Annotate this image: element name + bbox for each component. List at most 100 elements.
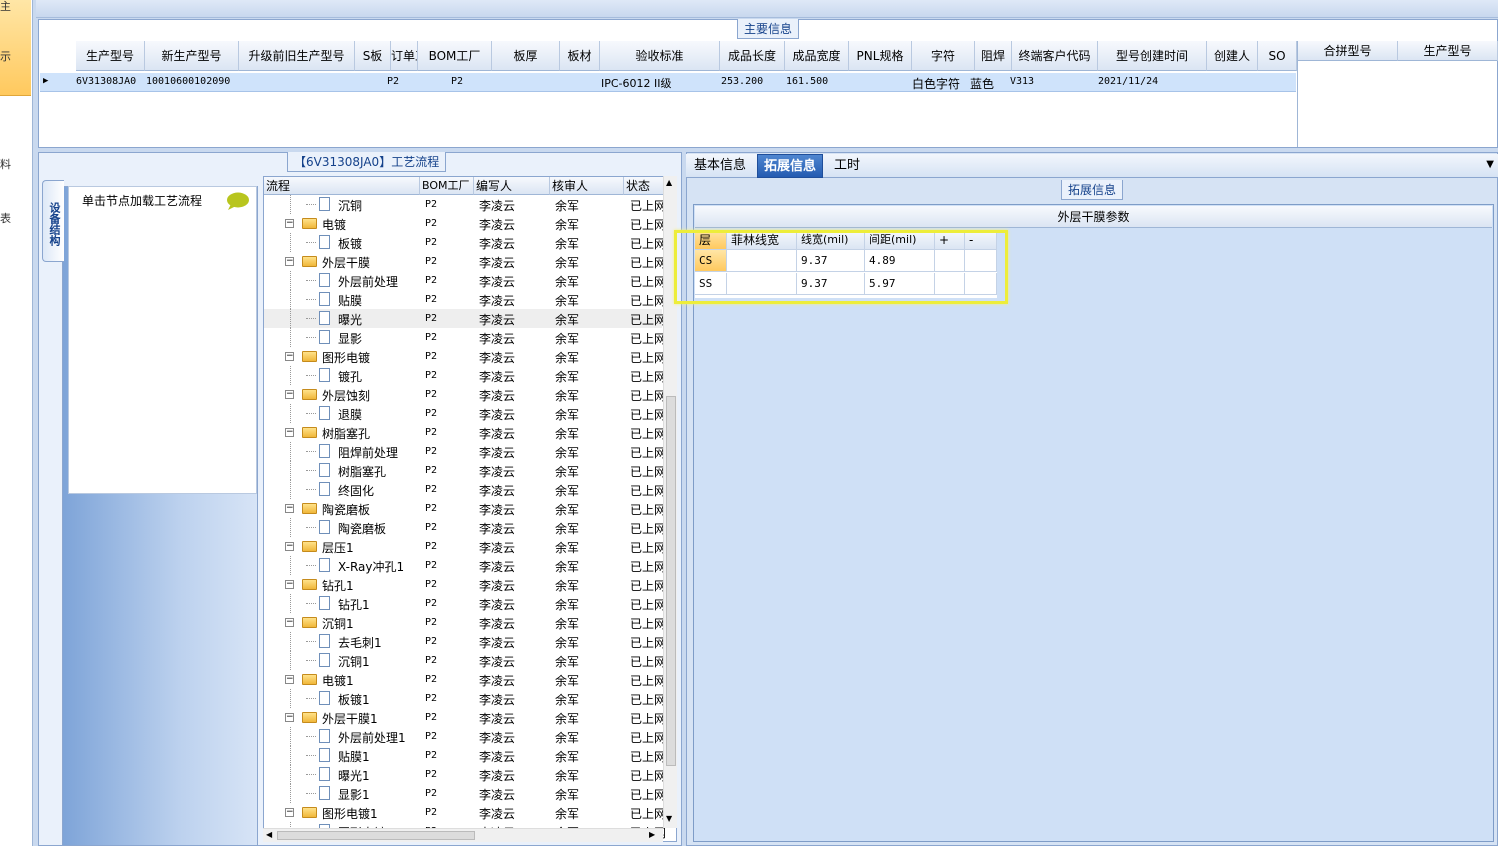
hscroll-thumb[interactable] (277, 831, 475, 840)
main-info-col-header[interactable]: 阻焊 (975, 41, 1012, 71)
scroll-left-icon[interactable]: ◀ (266, 830, 272, 839)
tree-bom: P2 (425, 370, 438, 381)
tree-row[interactable]: − 图形电镀1 P2 李凌云 余军 已上网 (264, 803, 666, 822)
collapse-icon[interactable]: − (285, 504, 294, 513)
tree-status: 已上网 (630, 408, 667, 422)
tree-row[interactable]: − 外层蚀刻 P2 李凌云 余军 已上网 (264, 385, 666, 404)
tree-row[interactable]: 沉铜 P2 李凌云 余军 已上网 (264, 195, 666, 214)
collapse-icon[interactable]: − (285, 428, 294, 437)
tree-bom: P2 (425, 541, 438, 552)
main-info-col-header[interactable]: BOM工厂 (418, 41, 492, 71)
main-info-col-header[interactable]: 升级前旧生产型号 (239, 41, 355, 71)
tree-row[interactable]: 外层前处理 P2 李凌云 余军 已上网 (264, 271, 666, 290)
equipment-list[interactable]: 单击节点加载工艺流程 (68, 186, 257, 494)
col-status[interactable]: 状态 (624, 177, 664, 195)
tree-node-label: 陶瓷磨板 (322, 503, 371, 517)
col-writer[interactable]: 编写人 (474, 177, 550, 195)
tree-row[interactable]: 树脂塞孔 P2 李凌云 余军 已上网 (264, 461, 666, 480)
main-info-row[interactable]: ▶ 6V31308JA0 10010600102090 P2 P2 IPC-60… (40, 73, 1296, 92)
cell-standard: IPC-6012 II级 (601, 77, 672, 90)
tree-row[interactable]: 沉铜1 P2 李凌云 余军 已上网 (264, 651, 666, 670)
main-info-col-header[interactable]: S板 (355, 41, 391, 71)
collapse-icon[interactable]: − (285, 257, 294, 266)
tree-row[interactable]: 外层前处理1 P2 李凌云 余军 已上网 (264, 727, 666, 746)
tab-basic-info[interactable]: 基本信息 (688, 154, 752, 178)
cell-new-model: 10010600102090 (146, 76, 231, 87)
tree-row[interactable]: 终固化 P2 李凌云 余军 已上网 (264, 480, 666, 499)
tree-row[interactable]: 板镀1 P2 李凌云 余军 已上网 (264, 689, 666, 708)
main-info-col-header[interactable]: 字符 (912, 41, 975, 71)
tree-row[interactable]: 去毛刺1 P2 李凌云 余军 已上网 (264, 632, 666, 651)
tree-row[interactable]: − 电镀 P2 李凌云 余军 已上网 (264, 214, 666, 233)
tree-bom: P2 (425, 579, 438, 590)
tab-work-hours[interactable]: 工时 (828, 154, 866, 178)
tree-writer: 李凌云 (479, 465, 516, 479)
main-info-col-header[interactable]: 型号创建时间 (1098, 41, 1207, 71)
scroll-thumb[interactable] (666, 396, 676, 766)
col-reviewer[interactable]: 核审人 (550, 177, 624, 195)
scroll-down-icon[interactable]: ▼ (666, 814, 672, 823)
tree-row[interactable]: 钻孔1 P2 李凌云 余军 已上网 (264, 594, 666, 613)
tree-row[interactable]: 曝光1 P2 李凌云 余军 已上网 (264, 765, 666, 784)
main-info-col-header[interactable]: 验收标准 (600, 41, 720, 71)
main-info-col-header[interactable]: 板材 (560, 41, 600, 71)
collapse-icon[interactable]: − (285, 542, 294, 551)
col-flow[interactable]: 流程 (264, 177, 420, 195)
main-info-col-header[interactable]: 生产型号 (76, 41, 145, 71)
process-caption: 【6V31308JA0】工艺流程 (287, 152, 447, 172)
collapse-icon[interactable]: − (285, 352, 294, 361)
tree-row[interactable]: − 电镀1 P2 李凌云 余军 已上网 (264, 670, 666, 689)
collapse-icon[interactable]: − (285, 713, 294, 722)
tree-row[interactable]: − 沉铜1 P2 李凌云 余军 已上网 (264, 613, 666, 632)
tree-writer: 李凌云 (479, 389, 516, 403)
tree-row[interactable]: 显影1 P2 李凌云 余军 已上网 (264, 784, 666, 803)
main-info-col-header[interactable]: 成品宽度 (785, 41, 849, 71)
tree-status: 已上网 (630, 541, 667, 555)
tree-reviewer: 余军 (555, 579, 580, 593)
tab-extended-info[interactable]: 拓展信息 (757, 154, 824, 178)
tree-row[interactable]: − 外层干膜1 P2 李凌云 余军 已上网 (264, 708, 666, 727)
scroll-right-icon[interactable]: ▶ (649, 830, 655, 839)
scroll-up-icon[interactable]: ▲ (666, 178, 672, 187)
tree-row[interactable]: 阻焊前处理 P2 李凌云 余军 已上网 (264, 442, 666, 461)
collapse-icon[interactable]: − (285, 219, 294, 228)
main-info-col-header[interactable]: 成品长度 (720, 41, 785, 71)
tree-row[interactable]: 板镀 P2 李凌云 余军 已上网 (264, 233, 666, 252)
collapse-icon[interactable]: − (285, 390, 294, 399)
tree-row[interactable]: − 层压1 P2 李凌云 余军 已上网 (264, 537, 666, 556)
tree-row[interactable]: 显影 P2 李凌云 余军 已上网 (264, 328, 666, 347)
col-bom[interactable]: BOM工厂 (420, 177, 474, 195)
tree-horizontal-scrollbar[interactable]: ◀ ▶ (263, 828, 663, 842)
tree-status: 已上网 (630, 560, 667, 574)
document-icon (319, 691, 330, 705)
document-icon (319, 596, 330, 610)
tree-row[interactable]: − 图形电镀 P2 李凌云 余军 已上网 (264, 347, 666, 366)
collapse-icon[interactable]: − (285, 618, 294, 627)
tree-row[interactable]: 贴膜1 P2 李凌云 余军 已上网 (264, 746, 666, 765)
tree-bom: P2 (425, 408, 438, 419)
equipment-structure-tab[interactable]: 设备结构 (42, 180, 64, 262)
merge-model-header[interactable]: 合拼型号 (1298, 41, 1398, 61)
tree-row[interactable]: − 外层干膜 P2 李凌云 余军 已上网 (264, 252, 666, 271)
main-info-col-header[interactable]: 订单工厂 (391, 41, 418, 71)
tree-row[interactable]: 陶瓷磨板 P2 李凌云 余军 已上网 (264, 518, 666, 537)
main-info-col-header[interactable]: 创建人 (1207, 41, 1258, 71)
merge-production-model-header[interactable]: 生产型号 (1398, 41, 1498, 61)
tree-row[interactable]: 镀孔 P2 李凌云 余军 已上网 (264, 366, 666, 385)
tree-row[interactable]: 曝光 P2 李凌云 余军 已上网 (264, 309, 666, 328)
tabs-dropdown-icon[interactable]: ▼ (1486, 159, 1494, 170)
tree-row[interactable]: − 陶瓷磨板 P2 李凌云 余军 已上网 (264, 499, 666, 518)
collapse-icon[interactable]: − (285, 808, 294, 817)
tree-row[interactable]: − 树脂塞孔 P2 李凌云 余军 已上网 (264, 423, 666, 442)
tree-row[interactable]: 贴膜 P2 李凌云 余军 已上网 (264, 290, 666, 309)
collapse-icon[interactable]: − (285, 580, 294, 589)
main-info-col-header[interactable]: 板厚 (492, 41, 560, 71)
main-info-col-header[interactable]: PNL规格 (849, 41, 912, 71)
collapse-icon[interactable]: − (285, 675, 294, 684)
main-info-col-header[interactable]: 新生产型号 (145, 41, 239, 71)
main-info-col-header[interactable]: 终端客户代码 (1012, 41, 1098, 71)
main-info-col-header[interactable]: SO (1258, 41, 1297, 71)
tree-row[interactable]: − 钻孔1 P2 李凌云 余军 已上网 (264, 575, 666, 594)
tree-row[interactable]: 退膜 P2 李凌云 余军 已上网 (264, 404, 666, 423)
tree-row[interactable]: X-Ray冲孔1 P2 李凌云 余军 已上网 (264, 556, 666, 575)
